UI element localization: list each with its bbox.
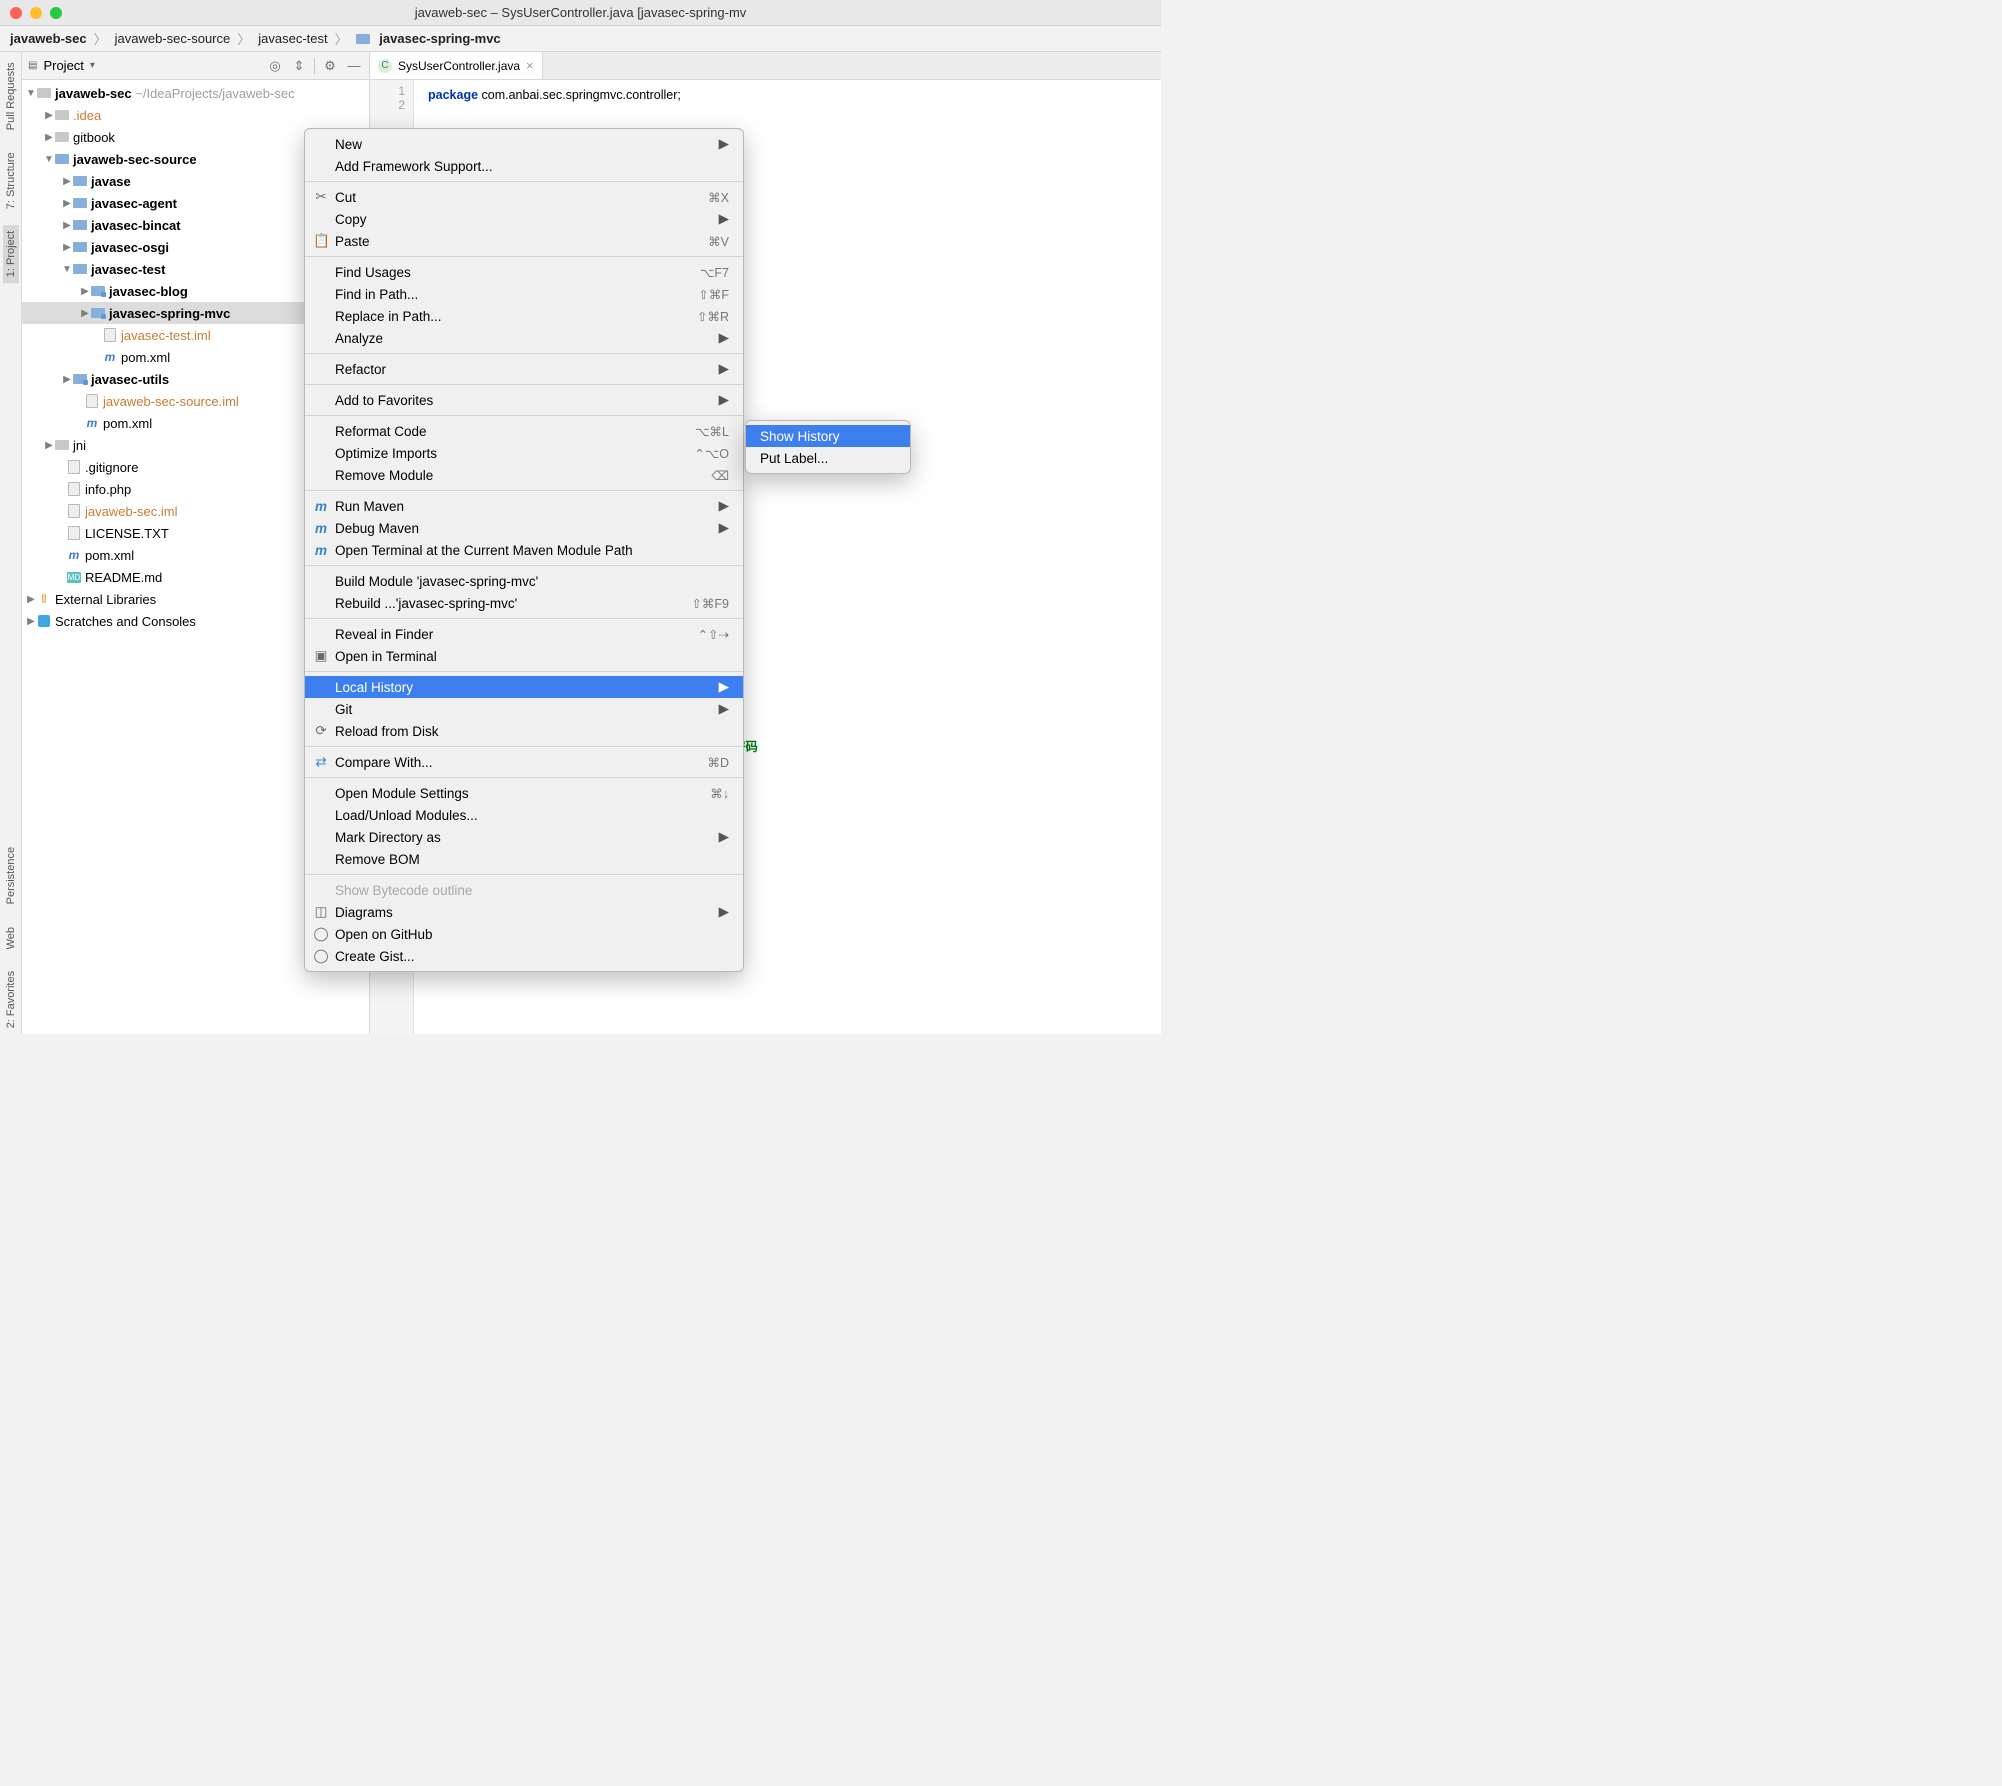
breadcrumb-item[interactable]: javaweb-sec-source〉 (115, 29, 255, 48)
menu-remove-bom[interactable]: Remove BOM (305, 848, 743, 870)
hide-icon[interactable]: — (345, 57, 363, 75)
structure-tool-tab[interactable]: 7: Structure (3, 146, 19, 215)
compare-icon: ⇄ (313, 754, 329, 770)
menu-rebuild[interactable]: Rebuild ...'javasec-spring-mvc'⇧⌘F9 (305, 592, 743, 614)
context-submenu: Show History Put Label... (745, 420, 911, 474)
project-tool-tab[interactable]: 1: Project (3, 225, 19, 283)
zoom-icon[interactable] (50, 7, 62, 19)
chevron-down-icon[interactable]: ▾ (90, 60, 95, 71)
menu-run-maven[interactable]: mRun Maven▶ (305, 495, 743, 517)
editor-tab[interactable]: C SysUserController.java × (370, 52, 543, 79)
menu-diagrams[interactable]: ◫Diagrams▶ (305, 901, 743, 923)
context-menu: New▶ Add Framework Support... ✂Cut⌘X Cop… (304, 128, 744, 972)
terminal-icon: ▣ (313, 648, 329, 664)
menu-open-github[interactable]: ◯Open on GitHub (305, 923, 743, 945)
menu-git[interactable]: Git▶ (305, 698, 743, 720)
maven-debug-icon: m (313, 521, 329, 536)
menu-build-module[interactable]: Build Module 'javasec-spring-mvc' (305, 570, 743, 592)
menu-open-module-settings[interactable]: Open Module Settings⌘↓ (305, 782, 743, 804)
close-icon[interactable] (10, 7, 22, 19)
tree-node[interactable]: ▶.idea (22, 104, 369, 126)
cut-icon: ✂ (313, 189, 329, 205)
menu-open-terminal-maven[interactable]: mOpen Terminal at the Current Maven Modu… (305, 539, 743, 561)
menu-analyze[interactable]: Analyze▶ (305, 327, 743, 349)
locate-icon[interactable]: ◎ (266, 57, 284, 75)
menu-local-history[interactable]: Local History▶ (305, 676, 743, 698)
menu-remove-module[interactable]: Remove Module⌫ (305, 464, 743, 486)
reload-icon: ⟳ (313, 723, 329, 739)
diagram-icon: ◫ (313, 904, 329, 920)
menu-add-favorites[interactable]: Add to Favorites▶ (305, 389, 743, 411)
class-icon: C (378, 59, 392, 73)
project-panel-header: ▤ Project ▾ ◎ ⇕ ⚙ — (22, 52, 369, 80)
menu-refactor[interactable]: Refactor▶ (305, 358, 743, 380)
gear-icon[interactable]: ⚙ (321, 57, 339, 75)
menu-reformat-code[interactable]: Reformat Code⌥⌘L (305, 420, 743, 442)
project-selector-icon[interactable]: ▤ (28, 60, 37, 71)
maven-icon: m (313, 499, 329, 514)
menu-paste[interactable]: 📋Paste⌘V (305, 230, 743, 252)
editor-tab-label: SysUserController.java (398, 59, 520, 73)
folder-icon (356, 34, 370, 44)
paste-icon: 📋 (313, 233, 329, 249)
tool-window-bar-left: 1: Project 7: Structure Pull Requests 2:… (0, 52, 22, 1034)
menu-compare-with[interactable]: ⇄Compare With...⌘D (305, 751, 743, 773)
breadcrumb-item[interactable]: javasec-test〉 (258, 29, 351, 48)
submenu-put-label[interactable]: Put Label... (746, 447, 910, 469)
menu-optimize-imports[interactable]: Optimize Imports⌃⌥O (305, 442, 743, 464)
submenu-show-history[interactable]: Show History (746, 425, 910, 447)
breadcrumb-root[interactable]: javaweb-sec〉 (10, 29, 111, 48)
github-icon: ◯ (313, 926, 329, 942)
window-controls (0, 7, 62, 19)
menu-replace-in-path[interactable]: Replace in Path...⇧⌘R (305, 305, 743, 327)
menu-add-framework[interactable]: Add Framework Support... (305, 155, 743, 177)
minimize-icon[interactable] (30, 7, 42, 19)
github-icon: ◯ (313, 948, 329, 964)
menu-debug-maven[interactable]: mDebug Maven▶ (305, 517, 743, 539)
tree-root[interactable]: ▼javaweb-sec ~/IdeaProjects/javaweb-sec (22, 82, 369, 104)
web-tool-tab[interactable]: Web (3, 920, 19, 954)
collapse-icon[interactable]: ⇕ (290, 57, 308, 75)
menu-find-usages[interactable]: Find Usages⌥F7 (305, 261, 743, 283)
close-icon[interactable]: × (526, 58, 534, 73)
menu-reload-disk[interactable]: ⟳Reload from Disk (305, 720, 743, 742)
favorites-tool-tab[interactable]: 2: Favorites (3, 965, 19, 1034)
editor-tabs: C SysUserController.java × (370, 52, 1161, 80)
menu-open-in-terminal[interactable]: ▣Open in Terminal (305, 645, 743, 667)
menu-load-unload[interactable]: Load/Unload Modules... (305, 804, 743, 826)
persistence-tool-tab[interactable]: Persistence (3, 841, 19, 910)
project-panel-title[interactable]: Project (43, 58, 83, 73)
titlebar: javaweb-sec – SysUserController.java [ja… (0, 0, 1161, 26)
window-title: javaweb-sec – SysUserController.java [ja… (415, 5, 747, 20)
pullrequests-tool-tab[interactable]: Pull Requests (3, 56, 19, 136)
menu-bytecode-outline: Show Bytecode outline (305, 879, 743, 901)
breadcrumb: javaweb-sec〉 javaweb-sec-source〉 javasec… (0, 26, 1161, 52)
menu-cut[interactable]: ✂Cut⌘X (305, 186, 743, 208)
menu-create-gist[interactable]: ◯Create Gist... (305, 945, 743, 967)
breadcrumb-item[interactable]: javasec-spring-mvc (356, 31, 501, 46)
menu-new[interactable]: New▶ (305, 133, 743, 155)
maven-terminal-icon: m (313, 543, 329, 558)
menu-mark-directory[interactable]: Mark Directory as▶ (305, 826, 743, 848)
menu-find-in-path[interactable]: Find in Path...⇧⌘F (305, 283, 743, 305)
menu-reveal-finder[interactable]: Reveal in Finder⌃⇧⇢ (305, 623, 743, 645)
menu-copy[interactable]: Copy▶ (305, 208, 743, 230)
